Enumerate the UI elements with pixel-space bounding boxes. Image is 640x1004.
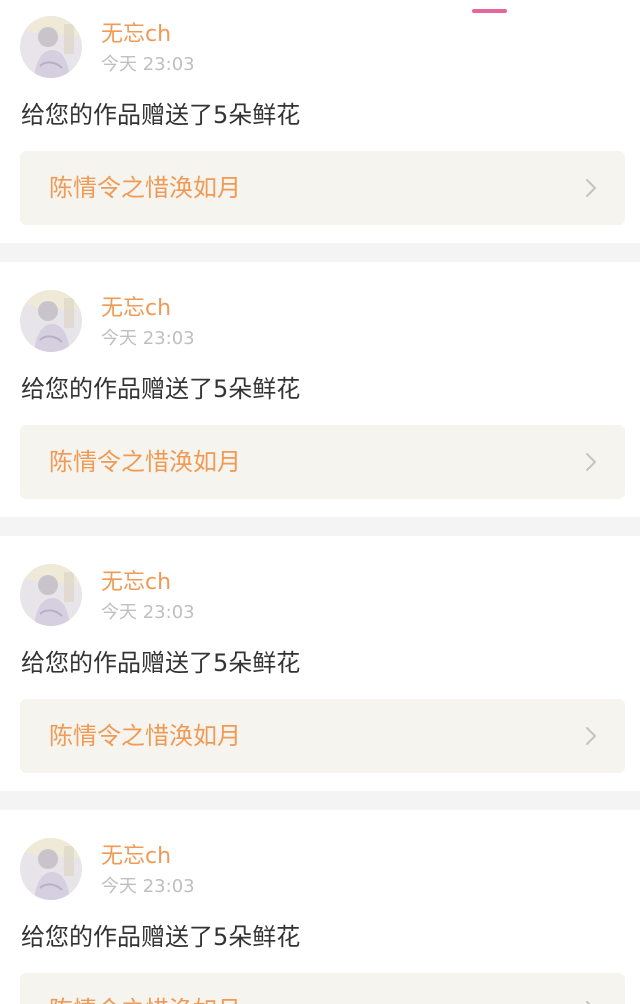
timestamp: 今天 23:03 — [101, 602, 195, 623]
username[interactable]: 无忘ch — [101, 296, 171, 322]
work-link[interactable]: 陈情令之惜涣如月 — [20, 699, 625, 773]
work-title: 陈情令之惜涣如月 — [49, 174, 241, 202]
work-link[interactable]: 陈情令之惜涣如月 — [20, 973, 625, 1004]
notification-card: 无忘ch 今天 23:03 给您的作品赠送了5朵鲜花 陈情令之惜涣如月 — [0, 0, 640, 243]
timestamp: 今天 23:03 — [101, 876, 195, 897]
notification-message: 给您的作品赠送了5朵鲜花 — [21, 649, 301, 677]
notification-message: 给您的作品赠送了5朵鲜花 — [21, 375, 301, 403]
avatar-image — [20, 838, 82, 900]
avatar-image — [20, 564, 82, 626]
avatar-image — [20, 16, 82, 78]
avatar[interactable] — [20, 16, 82, 78]
notification-card: 无忘ch 今天 23:03 给您的作品赠送了5朵鲜花 陈情令之惜涣如月 — [0, 536, 640, 791]
avatar[interactable] — [20, 564, 82, 626]
notification-message: 给您的作品赠送了5朵鲜花 — [21, 101, 301, 129]
notification-message: 给您的作品赠送了5朵鲜花 — [21, 923, 301, 951]
work-link[interactable]: 陈情令之惜涣如月 — [20, 425, 625, 499]
work-link[interactable]: 陈情令之惜涣如月 — [20, 151, 625, 225]
active-tab-indicator — [472, 9, 507, 13]
avatar[interactable] — [20, 290, 82, 352]
avatar[interactable] — [20, 838, 82, 900]
notification-card: 无忘ch 今天 23:03 给您的作品赠送了5朵鲜花 陈情令之惜涣如月 — [0, 262, 640, 517]
username[interactable]: 无忘ch — [101, 22, 171, 48]
work-title: 陈情令之惜涣如月 — [49, 995, 241, 1004]
username[interactable]: 无忘ch — [101, 844, 171, 870]
timestamp: 今天 23:03 — [101, 54, 195, 75]
chevron-right-icon — [586, 727, 596, 745]
work-title: 陈情令之惜涣如月 — [49, 448, 241, 476]
timestamp: 今天 23:03 — [101, 328, 195, 349]
chevron-right-icon — [586, 453, 596, 471]
chevron-right-icon — [586, 179, 596, 197]
chevron-right-icon — [586, 1001, 591, 1004]
work-title: 陈情令之惜涣如月 — [49, 722, 241, 750]
avatar-image — [20, 290, 82, 352]
username[interactable]: 无忘ch — [101, 570, 171, 596]
notification-card: 无忘ch 今天 23:03 给您的作品赠送了5朵鲜花 陈情令之惜涣如月 — [0, 810, 640, 1004]
